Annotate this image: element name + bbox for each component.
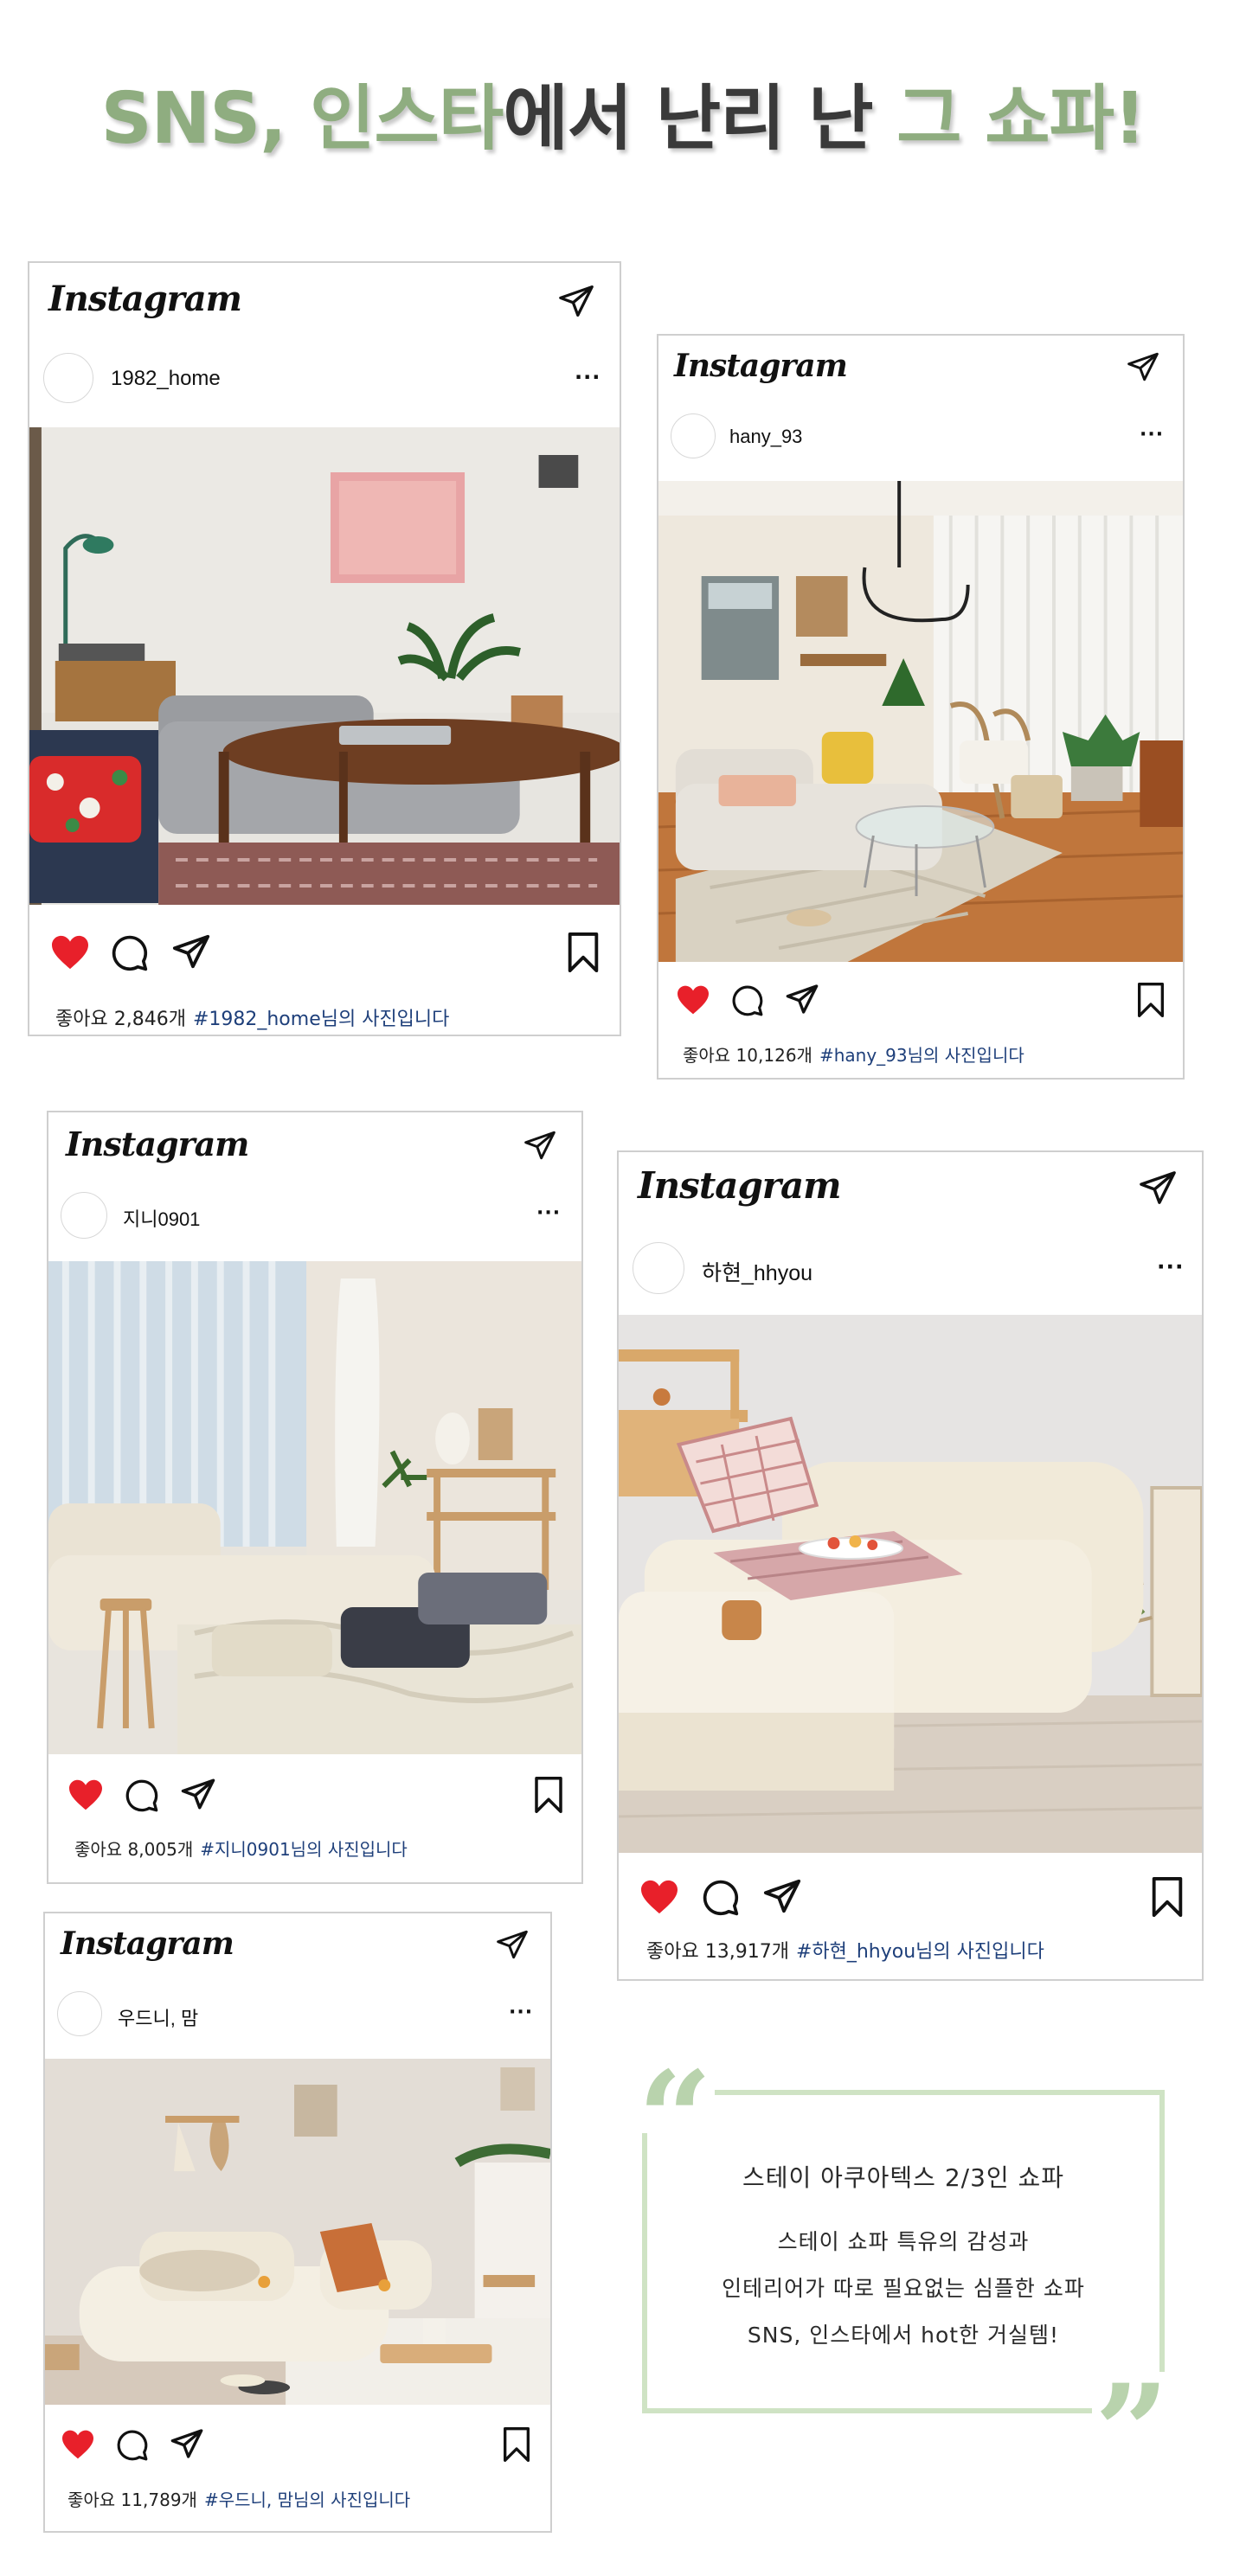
hashtag-link[interactable]: #지니0901님의 사진입니다 [200, 1839, 408, 1860]
send-icon[interactable] [170, 2427, 204, 2460]
post-caption: 좋아요 11,789개 #우드니, 맘님의 사진입니다 [67, 2486, 410, 2511]
heart-icon[interactable] [639, 1879, 679, 1915]
instagram-post-2: Instagram hany_93 ··· 좋아요 10,126개 #hany_… [657, 334, 1185, 1080]
heart-icon[interactable] [50, 934, 90, 971]
more-options-icon[interactable]: ··· [509, 2002, 533, 2023]
post-username[interactable]: hany_93 [729, 426, 802, 448]
post-username[interactable]: 1982_home [111, 367, 221, 391]
hashtag-link[interactable]: #하현_hhyou님의 사진입니다 [796, 1941, 1044, 1963]
quote-line-1: 스테이 쇼파 특유의 감성과 [777, 2229, 1030, 2254]
heart-icon[interactable] [676, 984, 710, 1016]
post-photo [48, 1261, 581, 1754]
like-count: 좋아요 8,005개 [74, 1839, 194, 1860]
send-icon[interactable] [171, 932, 211, 971]
post-actions [45, 2425, 550, 2464]
quote-line-2: 인테리어가 따로 필요없는 심플한 쇼파 [722, 2276, 1085, 2301]
headline-part-2: 에서 난리 난 [503, 78, 897, 160]
post-caption: 좋아요 10,126개 #hany_93님의 사진입니다 [683, 1041, 1024, 1067]
instagram-logo: Instagram [674, 348, 848, 384]
post-actions [48, 1775, 581, 1813]
post-username[interactable]: 하현_hhyou [702, 1256, 812, 1287]
send-icon[interactable] [785, 983, 819, 1016]
headline-part-1: SNS, 인스타 [100, 78, 504, 160]
product-quote-box: 스테이 아쿠아텍스 2/3인 쇼파 스테이 쇼파 특유의 감성과 인테리어가 따… [642, 2090, 1165, 2413]
avatar[interactable] [57, 1991, 102, 2036]
avatar[interactable] [43, 353, 93, 403]
instagram-post-1: Instagram 1982_home ··· 좋아요 2,846개 #1982… [28, 261, 621, 1036]
more-options-icon[interactable]: ··· [1140, 424, 1164, 445]
quote-line-3: SNS, 인스타에서 hot한 거실템! [747, 2323, 1060, 2348]
like-count: 좋아요 11,789개 [67, 2489, 197, 2510]
post-caption: 좋아요 2,846개 #1982_home님의 사진입니다 [55, 1003, 449, 1031]
instagram-logo: Instagram [66, 1125, 249, 1163]
post-actions [619, 1875, 1202, 1919]
page-headline: SNS, 인스타에서 난리 난 그 쇼파! [0, 61, 1246, 163]
instagram-post-4: Instagram 하현_hhyou ··· 좋아요 13,917개 #하현_h… [617, 1150, 1204, 1981]
comment-icon[interactable] [125, 1778, 159, 1813]
bookmark-icon[interactable] [1150, 1877, 1185, 1917]
heart-icon[interactable] [67, 1778, 104, 1811]
more-options-icon[interactable]: ··· [1157, 1254, 1185, 1279]
direct-message-icon[interactable] [523, 1130, 557, 1161]
post-photo [29, 427, 620, 905]
hashtag-link[interactable]: #우드니, 맘님의 사진입니다 [204, 2489, 410, 2510]
send-icon[interactable] [180, 1777, 216, 1811]
more-options-icon[interactable]: ··· [536, 1202, 561, 1224]
instagram-post-3: Instagram 지니0901 ··· 좋아요 8,005개 #지니0901님… [47, 1111, 583, 1884]
send-icon[interactable] [762, 1877, 802, 1915]
quote-title: 스테이 아쿠아텍스 2/3인 쇼파 [742, 2163, 1065, 2192]
avatar[interactable] [633, 1242, 684, 1294]
direct-message-icon[interactable] [1126, 351, 1160, 382]
instagram-logo: Instagram [638, 1164, 842, 1207]
hashtag-link[interactable]: #1982_home님의 사진입니다 [193, 1009, 449, 1030]
heart-icon[interactable] [61, 2429, 95, 2460]
close-quote-mark: ” [1092, 2372, 1172, 2446]
open-quote-mark: “ [635, 2059, 715, 2133]
instagram-logo: Instagram [48, 279, 242, 319]
comment-icon[interactable] [116, 2429, 149, 2462]
post-photo [45, 2059, 550, 2405]
bookmark-icon[interactable] [566, 932, 601, 972]
like-count: 좋아요 10,126개 [683, 1045, 812, 1066]
comment-icon[interactable] [731, 984, 764, 1017]
avatar[interactable] [671, 413, 716, 458]
bookmark-icon[interactable] [533, 1777, 564, 1813]
more-options-icon[interactable]: ··· [575, 365, 601, 389]
post-photo [658, 481, 1183, 962]
bookmark-icon[interactable] [502, 2427, 531, 2462]
instagram-logo: Instagram [61, 1926, 234, 1962]
bookmark-icon[interactable] [1136, 983, 1166, 1017]
post-photo [619, 1315, 1202, 1853]
avatar[interactable] [61, 1192, 107, 1239]
direct-message-icon[interactable] [1138, 1169, 1178, 1206]
hashtag-link[interactable]: #hany_93님의 사진입니다 [819, 1045, 1024, 1066]
post-username[interactable]: 우드니, 맘 [118, 2003, 198, 2031]
comment-icon[interactable] [111, 934, 149, 972]
post-caption: 좋아요 13,917개 #하현_hhyou님의 사진입니다 [646, 1936, 1044, 1964]
direct-message-icon[interactable] [557, 284, 595, 318]
post-actions [29, 931, 620, 974]
post-username[interactable]: 지니0901 [123, 1204, 200, 1232]
comment-icon[interactable] [702, 1879, 740, 1917]
like-count: 좋아요 13,917개 [646, 1941, 789, 1963]
headline-part-3: 그 쇼파! [896, 78, 1146, 160]
like-count: 좋아요 2,846개 [55, 1009, 186, 1030]
post-caption: 좋아요 8,005개 #지니0901님의 사진입니다 [74, 1836, 408, 1861]
direct-message-icon[interactable] [495, 1929, 530, 1960]
post-actions [658, 981, 1183, 1019]
instagram-post-5: Instagram 우드니, 맘 ··· 좋아요 11,789개 #우드니, 맘… [43, 1912, 552, 2533]
